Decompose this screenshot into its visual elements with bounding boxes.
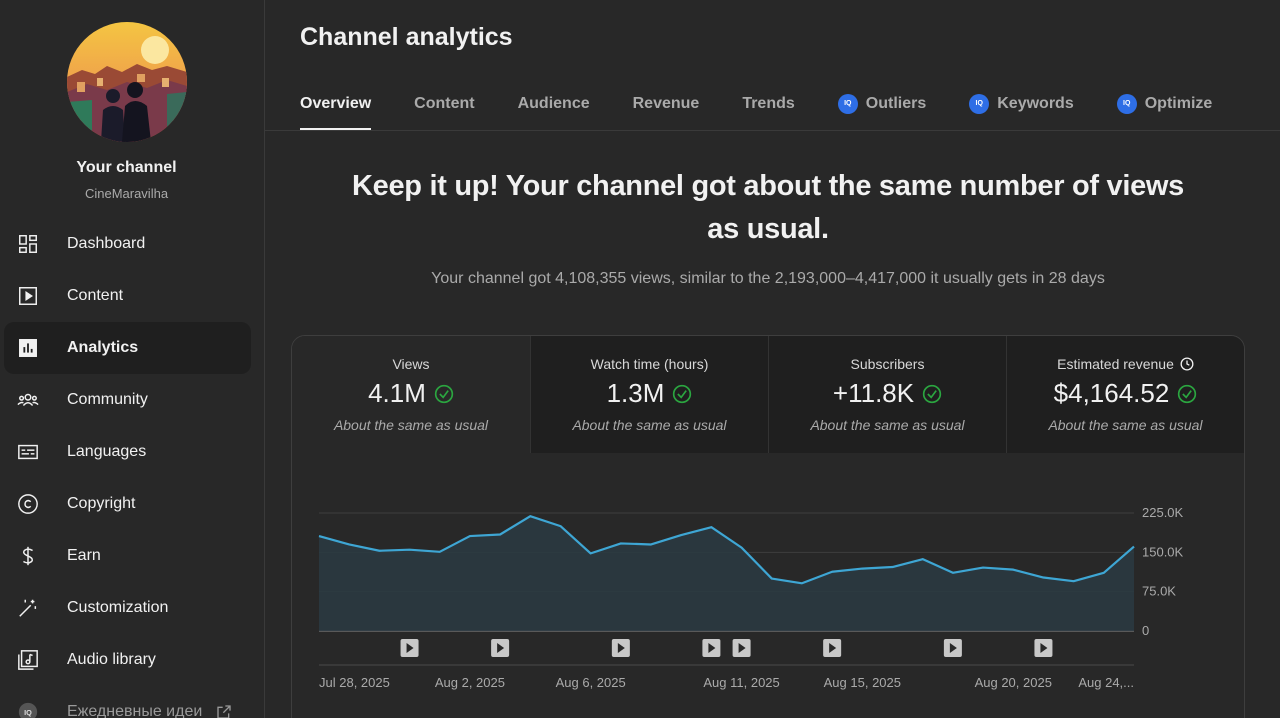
sidebar-item-content[interactable]: Content [4, 270, 251, 322]
y-tick-label: 150.0K [1142, 544, 1184, 559]
metric-value: 1.3M [606, 378, 665, 408]
sidebar-item-label: Earn [67, 547, 101, 564]
sidebar-item-label: Languages [67, 443, 147, 460]
tab-label: Keywords [997, 95, 1074, 112]
sidebar-item-label: Customization [67, 599, 169, 616]
tab-outliers[interactable]: IQ Outliers [837, 84, 927, 130]
metric-tiles: Views 4.1M About the same as usual Watch… [292, 336, 1244, 453]
sidebar-item-label: Audio library [67, 651, 156, 668]
tab-trends[interactable]: Trends [742, 84, 794, 130]
magic-wand-icon [16, 596, 40, 620]
metric-label: Views [392, 356, 430, 372]
sidebar-item-label: Analytics [67, 339, 139, 356]
sidebar-item-analytics[interactable]: Analytics [4, 322, 251, 374]
check-circle-icon [1178, 384, 1197, 403]
page-title: Channel analytics [300, 23, 513, 51]
sidebar-item-label: Dashboard [67, 235, 146, 252]
check-circle-icon [434, 384, 454, 403]
y-tick-label: 75.0K [1142, 584, 1176, 599]
tab-content[interactable]: Content [414, 84, 474, 130]
sidebar: Your channel CineMaravilha Dashboard Con… [0, 0, 265, 718]
overview-card: Views 4.1M About the same as usual Watch… [291, 335, 1245, 718]
audio-library-icon [16, 648, 40, 672]
sidebar-item-earn[interactable]: Earn [4, 530, 251, 582]
sidebar-item-copyright[interactable]: Copyright [4, 478, 251, 530]
metric-tile-views[interactable]: Views 4.1M About the same as usual [292, 336, 530, 453]
copyright-icon [16, 492, 40, 516]
x-tick-label: Aug 6, 2025 [556, 675, 626, 690]
dashboard-icon [16, 232, 40, 256]
tab-audience[interactable]: Audience [518, 84, 590, 130]
views-area [319, 516, 1134, 631]
tab-label: Revenue [632, 95, 700, 112]
header-divider [265, 130, 1280, 131]
sidebar-nav: Dashboard Content Analytics Community La… [4, 218, 251, 718]
tab-label: Overview [300, 95, 372, 112]
metric-tile-watch-time[interactable]: Watch time (hours) 1.3M About the same a… [530, 336, 768, 453]
summary-headline: Keep it up! Your channel got about the s… [351, 170, 1184, 245]
metric-value: $4,164.52 [1053, 378, 1170, 408]
views-chart-svg: 225.0K 150.0K 75.0K 0 Jul 28, 2025 Aug 2, 202… [318, 505, 1184, 690]
metric-value: +11.8K [832, 378, 915, 408]
tab-optimize[interactable]: IQ Optimize [1116, 84, 1213, 130]
metric-label: Subscribers [850, 356, 925, 372]
metric-label: Estimated revenue [1057, 356, 1174, 372]
summary-subline: Your channel got 4,108,355 views, simila… [431, 270, 1105, 287]
clock-icon [1180, 357, 1194, 371]
x-tick-label: Aug 20, 2025 [975, 675, 1052, 690]
sidebar-item-community[interactable]: Community [4, 374, 251, 426]
tab-label: Content [414, 95, 475, 112]
metric-value: 4.1M [368, 378, 426, 408]
channel-title: Your channel [76, 159, 177, 176]
x-tick-label: Aug 2, 2025 [435, 675, 505, 690]
iq-badge-icon: IQ [837, 94, 858, 114]
x-tick-label: Aug 11, 2025 [703, 675, 779, 690]
check-circle-icon [922, 384, 942, 403]
iq-icon: IQ [16, 700, 40, 718]
sidebar-item-languages[interactable]: Languages [4, 426, 251, 478]
sidebar-item-audio-library[interactable]: Audio library [4, 634, 251, 686]
sidebar-item-label: Content [67, 287, 124, 304]
metric-tile-revenue[interactable]: Estimated revenue $4,164.52 About the sa… [1006, 336, 1244, 453]
sidebar-item-label: Ежедневные идеи [67, 703, 203, 718]
sidebar-item-label: Community [67, 391, 148, 408]
tab-label: Audience [517, 95, 590, 112]
svg-text:IQ: IQ [24, 708, 32, 717]
y-tick-label: 0 [1142, 623, 1149, 638]
tab-keywords[interactable]: IQ Keywords [969, 84, 1074, 130]
tab-revenue[interactable]: Revenue [633, 84, 700, 130]
analytics-tabs: Overview Content Audience Revenue Trends… [300, 84, 1255, 130]
channel-handle: CineMaravilha [84, 186, 169, 201]
iq-badge-icon: IQ [1116, 94, 1137, 114]
x-tick-label: Aug 24,... [1078, 675, 1134, 690]
sidebar-item-customization[interactable]: Customization [4, 582, 251, 634]
languages-icon [16, 440, 40, 464]
sidebar-item-dashboard[interactable]: Dashboard [4, 218, 251, 270]
check-circle-icon [673, 384, 692, 403]
x-tick-label: Aug 15, 2025 [824, 675, 901, 690]
metric-note: About the same as usual [1048, 417, 1203, 433]
sidebar-item-label: Copyright [67, 495, 136, 512]
tab-label: Optimize [1144, 95, 1213, 112]
metric-label: Watch time (hours) [590, 356, 709, 372]
sidebar-item-daily-ideas[interactable]: IQ Ежедневные идеи [4, 686, 251, 718]
content-icon [16, 284, 40, 308]
dollar-icon [16, 544, 40, 568]
metric-note: About the same as usual [333, 417, 489, 433]
metric-note: About the same as usual [810, 417, 965, 433]
metric-tile-subscribers[interactable]: Subscribers +11.8K About the same as usu… [768, 336, 1006, 453]
channel-avatar[interactable] [67, 22, 187, 142]
iq-badge-icon: IQ [969, 94, 990, 114]
external-link-icon [217, 705, 231, 718]
x-tick-label: Jul 28, 2025 [319, 675, 390, 690]
analytics-icon [16, 336, 40, 360]
views-chart: 225.0K 150.0K 75.0K 0 Jul 28, 2025 Aug 2, 202… [292, 453, 1244, 718]
y-tick-label: 225.0K [1142, 505, 1184, 520]
metric-note: About the same as usual [572, 417, 727, 433]
tab-label: Outliers [865, 95, 927, 112]
tab-overview[interactable]: Overview [300, 84, 372, 130]
community-icon [16, 388, 40, 412]
tab-label: Trends [742, 95, 795, 112]
